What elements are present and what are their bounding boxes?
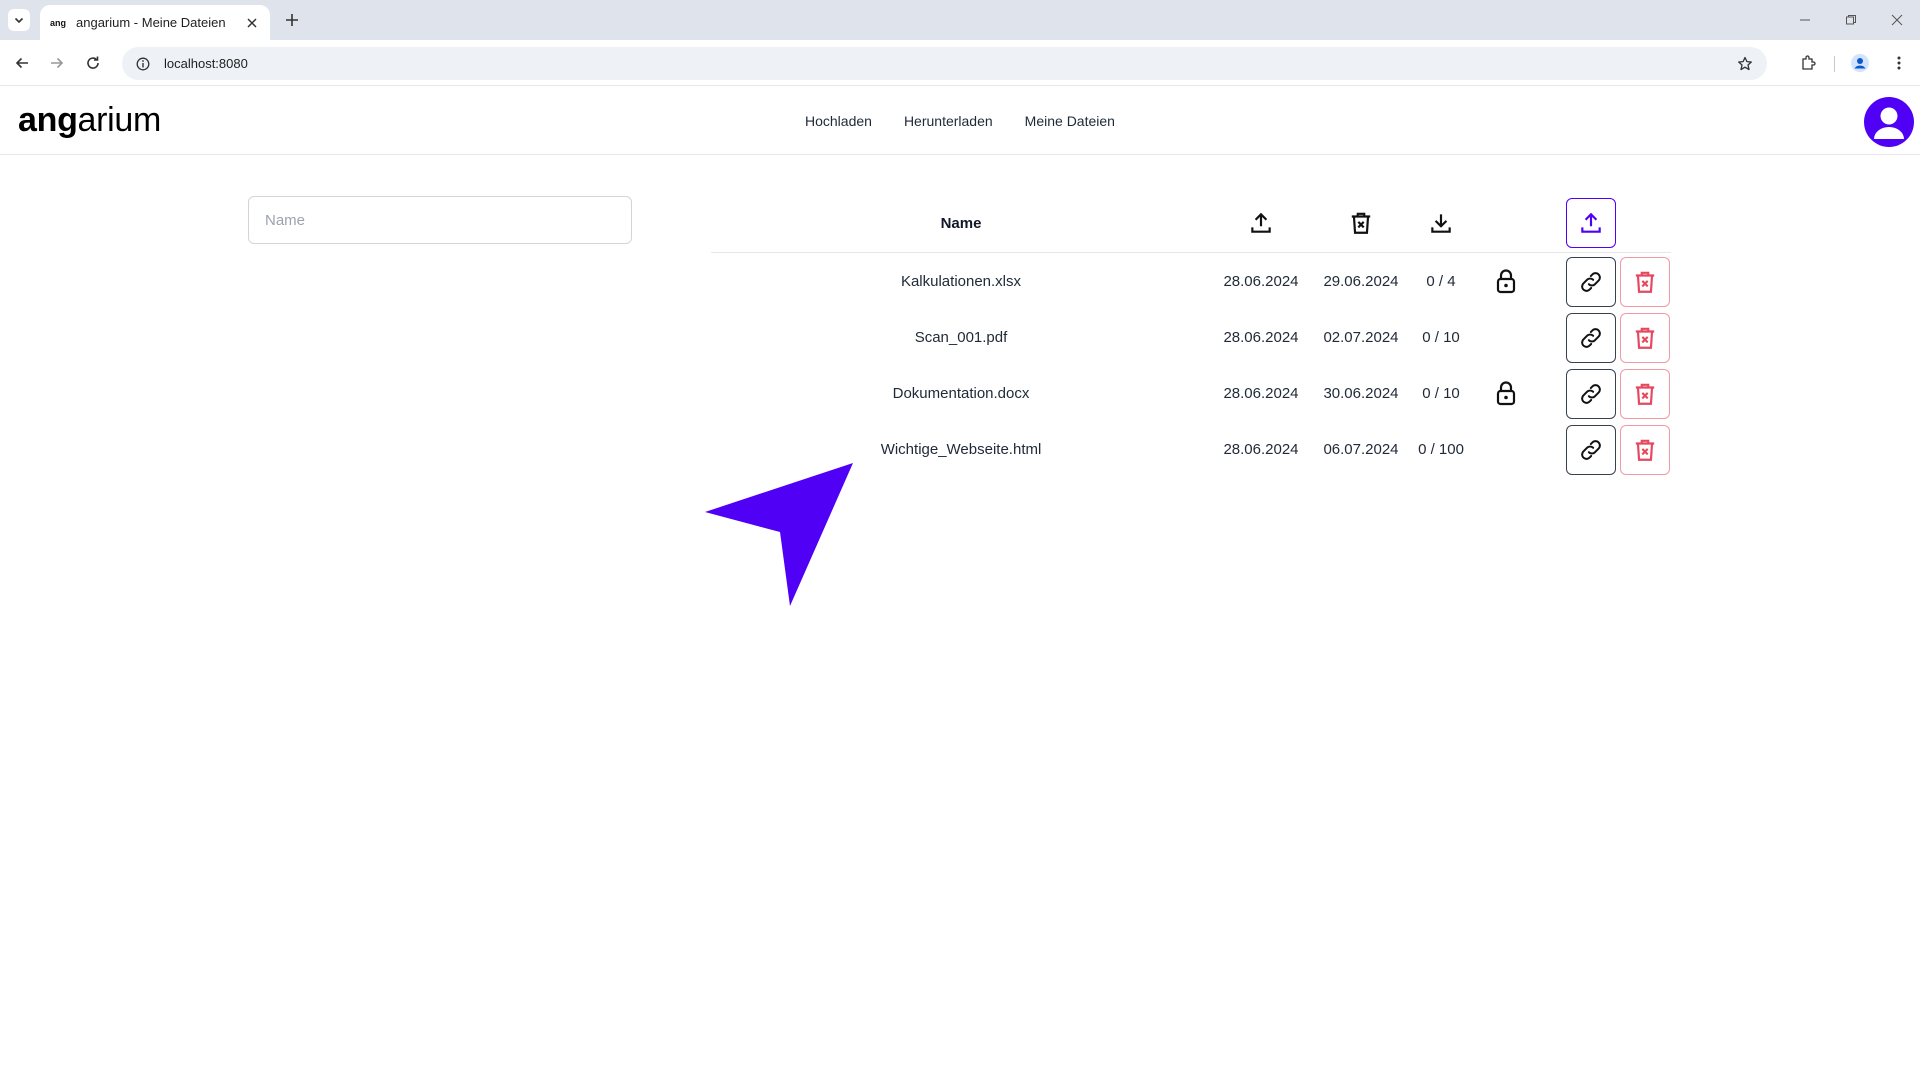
minimize-button[interactable] xyxy=(1782,0,1828,40)
profile-icon xyxy=(1851,54,1869,72)
lock-icon xyxy=(1496,381,1516,406)
delete-file-button[interactable] xyxy=(1620,369,1670,419)
url-text: localhost:8080 xyxy=(164,56,248,71)
delete-file-button[interactable] xyxy=(1620,257,1670,307)
upload-icon xyxy=(1251,212,1271,233)
app-logo[interactable]: angarium xyxy=(18,101,161,140)
column-header-name[interactable]: Name xyxy=(711,198,1211,248)
tab-close-button[interactable] xyxy=(244,15,260,31)
nav-download[interactable]: Herunterladen xyxy=(904,113,993,129)
copy-link-button[interactable] xyxy=(1566,425,1616,475)
close-icon xyxy=(247,17,257,28)
download-count: 0 / 4 xyxy=(1426,272,1456,290)
download-count: 0 / 10 xyxy=(1422,328,1460,346)
upload-file-button[interactable] xyxy=(1566,198,1616,248)
reload-icon xyxy=(87,56,99,69)
link-icon xyxy=(1581,272,1601,292)
arrow-left-icon xyxy=(15,57,28,69)
arrow-right-icon xyxy=(51,57,64,69)
column-header-downloads[interactable] xyxy=(1401,198,1481,248)
file-name: Scan_001.pdf xyxy=(914,328,1008,346)
delete-file-button[interactable] xyxy=(1620,313,1670,363)
nav-upload[interactable]: Hochladen xyxy=(805,113,872,129)
user-avatar[interactable] xyxy=(1864,97,1914,147)
table-row: Dokumentation.docx 28.06.2024 30.06.2024… xyxy=(711,365,1671,421)
link-icon xyxy=(1581,384,1601,404)
upload-date: 28.06.2024 xyxy=(1223,440,1299,458)
logo-rest: arium xyxy=(77,101,162,139)
upload-icon xyxy=(1581,212,1601,233)
expiry-date: 30.06.2024 xyxy=(1323,384,1399,402)
restore-button[interactable] xyxy=(1828,0,1874,40)
new-tab-button[interactable] xyxy=(282,10,302,30)
copy-link-button[interactable] xyxy=(1566,257,1616,307)
browser-tab-bar: ang angarium - Meine Dateien xyxy=(0,0,1920,40)
user-icon xyxy=(1874,107,1904,139)
address-bar[interactable]: localhost:8080 xyxy=(122,47,1767,80)
copy-link-button[interactable] xyxy=(1566,369,1616,419)
link-icon xyxy=(1581,440,1601,460)
app-header: angarium Hochladen Herunterladen Meine D… xyxy=(0,87,1920,155)
lock-indicator xyxy=(1476,365,1536,421)
expiry-date: 02.07.2024 xyxy=(1323,328,1399,346)
trash-x-icon xyxy=(1635,383,1655,405)
bookmark-star-icon[interactable] xyxy=(1735,54,1755,74)
close-window-button[interactable] xyxy=(1874,0,1920,40)
mouse-pointer-icon xyxy=(705,463,853,606)
browser-menu-button[interactable] xyxy=(1888,52,1910,74)
main-nav: Hochladen Herunterladen Meine Dateien xyxy=(805,113,1115,129)
lock-icon xyxy=(1496,269,1516,294)
expiry-date: 29.06.2024 xyxy=(1323,272,1399,290)
lock-indicator xyxy=(1476,253,1536,309)
download-count: 0 / 100 xyxy=(1418,440,1464,458)
toolbar-separator xyxy=(1834,56,1835,72)
search-input[interactable] xyxy=(248,196,632,244)
more-vertical-icon xyxy=(1897,56,1901,70)
puzzle-icon xyxy=(1802,55,1816,70)
minimize-icon xyxy=(1800,19,1810,21)
table-row: Scan_001.pdf 28.06.2024 02.07.2024 0 / 1… xyxy=(711,309,1671,365)
upload-date: 28.06.2024 xyxy=(1223,328,1299,346)
reload-button[interactable] xyxy=(82,52,104,74)
forward-button[interactable] xyxy=(46,52,68,74)
browser-toolbar: localhost:8080 xyxy=(0,40,1920,86)
trash-x-icon xyxy=(1635,327,1655,349)
plus-icon xyxy=(286,14,298,26)
site-info-icon[interactable] xyxy=(134,55,152,73)
extensions-button[interactable] xyxy=(1797,52,1819,74)
download-count: 0 / 10 xyxy=(1422,384,1460,402)
back-button[interactable] xyxy=(11,52,33,74)
logo-bold: ang xyxy=(18,101,78,139)
tab-favicon: ang xyxy=(50,17,67,28)
trash-x-icon xyxy=(1635,439,1655,461)
close-icon xyxy=(1891,14,1903,26)
restore-icon xyxy=(1846,15,1856,25)
tab-list-button[interactable] xyxy=(8,9,30,31)
tab-title: angarium - Meine Dateien xyxy=(76,15,226,30)
delete-file-button[interactable] xyxy=(1620,425,1670,475)
profile-button[interactable] xyxy=(1849,52,1871,74)
trash-x-icon xyxy=(1351,212,1371,234)
upload-date: 28.06.2024 xyxy=(1223,384,1299,402)
file-name: Kalkulationen.xlsx xyxy=(900,272,1022,290)
nav-my-files[interactable]: Meine Dateien xyxy=(1025,113,1115,129)
link-icon xyxy=(1581,328,1601,348)
trash-x-icon xyxy=(1635,271,1655,293)
download-icon xyxy=(1431,214,1451,233)
copy-link-button[interactable] xyxy=(1566,313,1616,363)
column-header-uploaded[interactable] xyxy=(1211,198,1311,248)
browser-tab[interactable]: ang angarium - Meine Dateien xyxy=(40,5,270,40)
window-controls xyxy=(1782,0,1920,40)
chevron-down-icon xyxy=(14,17,24,24)
file-name: Dokumentation.docx xyxy=(892,384,1030,402)
column-header-expires[interactable] xyxy=(1311,198,1411,248)
upload-date: 28.06.2024 xyxy=(1223,272,1299,290)
expiry-date: 06.07.2024 xyxy=(1323,440,1399,458)
table-row: Kalkulationen.xlsx 28.06.2024 29.06.2024… xyxy=(711,253,1671,309)
